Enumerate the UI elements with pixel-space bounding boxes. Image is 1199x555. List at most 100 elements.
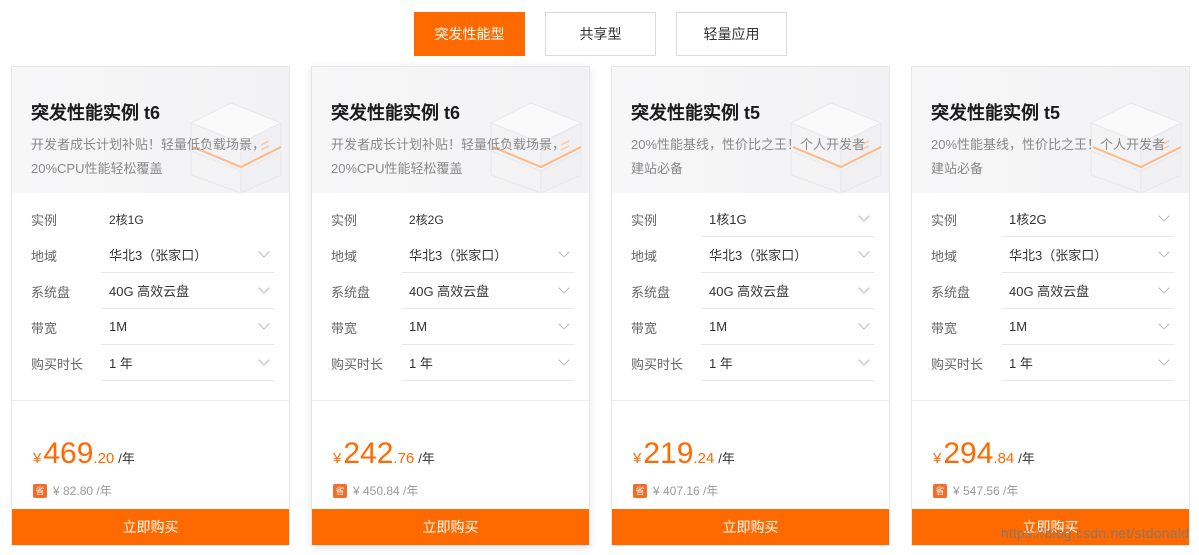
select-value: 1核2G — [1009, 212, 1047, 227]
spec-label: 系统盘 — [331, 284, 371, 300]
select-value: 1M — [1009, 319, 1028, 334]
region-select[interactable]: 华北3（张家口） — [101, 238, 274, 273]
chevron-down-icon — [858, 246, 870, 258]
card-description: 20%性能基线，性价比之王！个人开发者建站必备 — [931, 137, 1166, 176]
spec-row-bandwidth: 带宽 1M — [31, 309, 274, 345]
select-value: 1M — [709, 319, 728, 334]
select-value: 华北3（张家口） — [409, 248, 508, 263]
duration-select[interactable]: 1 年 — [701, 346, 874, 381]
product-card: 突发性能实例 t6 开发者成长计划补贴！轻量低负载场景，20%CPU性能轻松覆盖… — [311, 66, 590, 546]
spec-row-bandwidth: 带宽 1M — [931, 309, 1174, 345]
spec-row-region: 地域 华北3（张家口） — [31, 237, 274, 273]
instance-select[interactable]: 1核2G — [1001, 202, 1174, 237]
select-value: 华北3（张家口） — [109, 248, 208, 263]
spec-label: 实例 — [331, 212, 358, 228]
select-value: 1 年 — [1009, 356, 1033, 371]
save-badge-icon: 省 — [633, 483, 647, 498]
tab-shared[interactable]: 共享型 — [545, 12, 656, 56]
chevron-down-icon — [858, 354, 870, 366]
price-currency: ¥ — [633, 450, 642, 467]
spec-row-duration: 购买时长 1 年 — [931, 345, 1174, 381]
buy-now-button[interactable]: 立即购买 — [312, 509, 589, 545]
bandwidth-select[interactable]: 1M — [1001, 310, 1174, 345]
spec-row-instance: 实例 2核2G — [331, 201, 574, 237]
disk-select[interactable]: 40G 高效云盘 — [401, 274, 574, 309]
savings: 省 ¥ 407.16 /年 — [633, 482, 718, 499]
card-description: 开发者成长计划补贴！轻量低负载场景，20%CPU性能轻松覆盖 — [331, 137, 566, 176]
instance-select[interactable]: 2核2G — [401, 202, 574, 237]
bandwidth-select[interactable]: 1M — [101, 310, 274, 345]
buy-now-button[interactable]: 立即购买 — [12, 509, 289, 545]
spec-list: 实例 2核1G 地域 华北3（张家口） 系统盘 40G 高效云盘 带宽 1M 购… — [12, 193, 289, 381]
instance-select[interactable]: 1核1G — [701, 202, 874, 237]
price-currency: ¥ — [33, 450, 42, 467]
chevron-down-icon — [258, 354, 270, 366]
product-type-tabs: 突发性能型 共享型 轻量应用 — [414, 12, 807, 56]
spec-list: 实例 1核1G 地域 华北3（张家口） 系统盘 40G 高效云盘 带宽 1M 购… — [612, 193, 889, 381]
spec-row-duration: 购买时长 1 年 — [31, 345, 274, 381]
select-value: 1M — [109, 319, 128, 334]
chevron-down-icon — [858, 318, 870, 330]
price-decimal: .20 — [93, 450, 115, 467]
spec-label: 实例 — [31, 212, 58, 228]
savings-amount: ¥ 547.56 /年 — [953, 484, 1019, 498]
select-value: 40G 高效云盘 — [709, 284, 790, 299]
region-select[interactable]: 华北3（张家口） — [701, 238, 874, 273]
chevron-down-icon — [1158, 282, 1170, 294]
select-value: 1 年 — [709, 356, 733, 371]
divider — [312, 400, 589, 401]
divider — [612, 400, 889, 401]
chevron-down-icon — [258, 282, 270, 294]
spec-label: 购买时长 — [31, 356, 84, 372]
spec-label: 实例 — [931, 212, 958, 228]
spec-list: 实例 2核2G 地域 华北3（张家口） 系统盘 40G 高效云盘 带宽 1M 购… — [312, 193, 589, 381]
select-value: 2核2G — [409, 212, 444, 227]
spec-label: 带宽 — [31, 320, 58, 336]
disk-select[interactable]: 40G 高效云盘 — [1001, 274, 1174, 309]
duration-select[interactable]: 1 年 — [401, 346, 574, 381]
savings: 省 ¥ 547.56 /年 — [933, 482, 1018, 499]
bandwidth-select[interactable]: 1M — [701, 310, 874, 345]
product-card: 突发性能实例 t6 开发者成长计划补贴！轻量低负载场景，20%CPU性能轻松覆盖… — [11, 66, 290, 546]
buy-now-button[interactable]: 立即购买 — [612, 509, 889, 545]
savings: 省 ¥ 82.80 /年 — [33, 482, 112, 499]
select-value: 40G 高效云盘 — [409, 284, 490, 299]
spec-label: 地域 — [931, 248, 958, 264]
select-value: 1M — [409, 319, 428, 334]
save-badge-icon: 省 — [333, 483, 347, 498]
region-select[interactable]: 华北3（张家口） — [401, 238, 574, 273]
watermark: https://blog.csdn.net/stdonald — [1000, 525, 1189, 541]
tab-burstable[interactable]: 突发性能型 — [414, 12, 525, 56]
card-title: 突发性能实例 t5 — [931, 103, 1061, 123]
chevron-down-icon — [258, 318, 270, 330]
duration-select[interactable]: 1 年 — [1001, 346, 1174, 381]
price-currency: ¥ — [333, 450, 342, 467]
savings-amount: ¥ 450.84 /年 — [353, 484, 419, 498]
card-header: 突发性能实例 t6 开发者成长计划补贴！轻量低负载场景，20%CPU性能轻松覆盖 — [312, 67, 589, 193]
spec-label: 系统盘 — [631, 284, 671, 300]
disk-select[interactable]: 40G 高效云盘 — [101, 274, 274, 309]
chevron-down-icon — [1158, 318, 1170, 330]
price-unit: /年 — [118, 451, 135, 466]
disk-select[interactable]: 40G 高效云盘 — [701, 274, 874, 309]
chevron-down-icon — [1158, 246, 1170, 258]
duration-select[interactable]: 1 年 — [101, 346, 274, 381]
spec-row-instance: 实例 2核1G — [31, 201, 274, 237]
region-select[interactable]: 华北3（张家口） — [1001, 238, 1174, 273]
tab-lightweight[interactable]: 轻量应用 — [676, 12, 787, 56]
spec-label: 购买时长 — [331, 356, 384, 372]
divider — [12, 400, 289, 401]
instance-select[interactable]: 2核1G — [101, 202, 274, 237]
spec-row-disk: 系统盘 40G 高效云盘 — [331, 273, 574, 309]
spec-row-disk: 系统盘 40G 高效云盘 — [931, 273, 1174, 309]
card-header: 突发性能实例 t6 开发者成长计划补贴！轻量低负载场景，20%CPU性能轻松覆盖 — [12, 67, 289, 193]
product-card: 突发性能实例 t5 20%性能基线，性价比之王！个人开发者建站必备 实例 1核1… — [611, 66, 890, 546]
price: ¥ 294 .84 /年 — [933, 439, 1035, 469]
select-value: 1 年 — [109, 356, 133, 371]
price-integer: 242 — [343, 437, 394, 470]
savings-amount: ¥ 407.16 /年 — [653, 484, 719, 498]
card-description: 20%性能基线，性价比之王！个人开发者建站必备 — [631, 137, 866, 176]
select-value: 40G 高效云盘 — [109, 284, 190, 299]
bandwidth-select[interactable]: 1M — [401, 310, 574, 345]
chevron-down-icon — [1158, 354, 1170, 366]
